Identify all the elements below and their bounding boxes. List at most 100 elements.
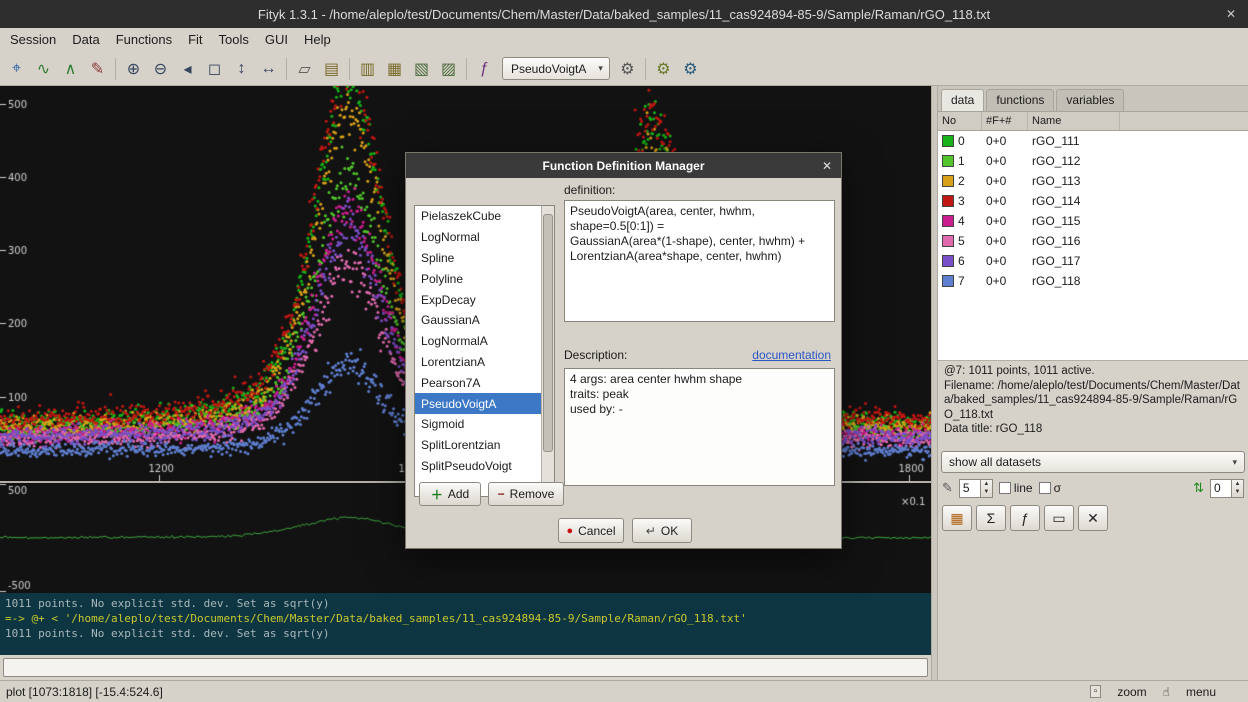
dataset-name-cell: rGO_117 — [1028, 254, 1120, 268]
point-size-stepper[interactable]: 5 ▲▼ — [959, 479, 993, 498]
sigma-checkbox-group[interactable]: σ — [1039, 481, 1061, 495]
open-session-icon[interactable]: ▤ — [318, 55, 345, 82]
definition-textarea[interactable]: PseudoVoigtA(area, center, hwhm, shape=0… — [564, 200, 835, 322]
spin-up-icon[interactable]: ▲ — [1232, 480, 1243, 489]
definition-manager-icon[interactable]: ⚙ — [614, 55, 641, 82]
menu-help[interactable]: Help — [296, 28, 339, 52]
table-row[interactable]: 00+0rGO_111 — [938, 131, 1248, 151]
toolbar-separator — [115, 58, 116, 80]
toggle-sum-button[interactable]: Σ — [976, 505, 1006, 531]
menu-functions[interactable]: Functions — [108, 28, 180, 52]
function-list-item[interactable]: SplitPseudoVoigt — [415, 456, 541, 477]
baseline-mode-icon[interactable]: ∧ — [57, 55, 84, 82]
zoom-previous-icon[interactable]: ◂ — [174, 55, 201, 82]
add-function-icon[interactable]: ƒ — [471, 55, 498, 82]
delete-dataset-button[interactable]: ✕ — [1078, 505, 1108, 531]
dataset-number: 0 — [958, 134, 965, 148]
table-row[interactable]: 10+0rGO_112 — [938, 151, 1248, 171]
function-type-combo[interactable]: PseudoVoigtA▾ — [502, 57, 610, 80]
function-list-item[interactable]: GaussianA — [415, 310, 541, 331]
fit-settings-icon[interactable]: ⚙ — [650, 55, 677, 82]
function-list-item[interactable]: LogNormalA — [415, 331, 541, 352]
table-row[interactable]: 30+0rGO_114 — [938, 191, 1248, 211]
tab-data[interactable]: data — [941, 89, 984, 111]
zoom-horizontal-icon[interactable]: ↔ — [255, 55, 282, 82]
shift-value[interactable]: 0 — [1210, 479, 1232, 498]
window-close-icon[interactable]: ✕ — [1226, 7, 1236, 21]
export-icon[interactable]: ▨ — [435, 55, 462, 82]
table-row[interactable]: 20+0rGO_113 — [938, 171, 1248, 191]
function-list-item[interactable]: PseudoVoigtA — [415, 393, 541, 414]
function-list-item[interactable]: Sigmoid — [415, 414, 541, 435]
toggle-functions-button[interactable]: ƒ — [1010, 505, 1040, 531]
fityk-window: Fityk 1.3.1 - /home/aleplo/test/Document… — [0, 0, 1248, 702]
data-range-mode-icon[interactable]: ∿ — [30, 55, 57, 82]
cancel-button[interactable]: ● Cancel — [558, 518, 624, 543]
peak-draw-mode-icon[interactable]: ✎ — [84, 55, 111, 82]
dataset-number-cell: 1 — [938, 154, 982, 168]
line-checkbox[interactable] — [999, 482, 1011, 494]
menu-session[interactable]: Session — [2, 28, 64, 52]
reload-data-icon[interactable]: ▦ — [381, 55, 408, 82]
dataset-number-cell: 6 — [938, 254, 982, 268]
spin-down-icon[interactable]: ▼ — [981, 488, 992, 497]
function-list-item[interactable]: SplitLorentzian — [415, 435, 541, 456]
menu-data[interactable]: Data — [64, 28, 107, 52]
menu-fit[interactable]: Fit — [180, 28, 210, 52]
dataset-table-header: No#F+#Name — [938, 112, 1248, 131]
menu-tools[interactable]: Tools — [211, 28, 257, 52]
remove-button[interactable]: − Remove — [488, 482, 564, 506]
zoom-select-mode-icon[interactable]: ⌖ — [3, 55, 30, 82]
zoom-in-icon[interactable]: ⊕ — [120, 55, 147, 82]
run-fit-icon[interactable]: ⚙ — [677, 55, 704, 82]
table-row[interactable]: 60+0rGO_117 — [938, 251, 1248, 271]
toggle-labels-button[interactable]: ▭ — [1044, 505, 1074, 531]
toggle-datasets-grid-button[interactable]: ▦ — [942, 505, 972, 531]
zoom-out-icon[interactable]: ⊖ — [147, 55, 174, 82]
point-size-value[interactable]: 5 — [959, 479, 981, 498]
command-input[interactable] — [3, 658, 928, 677]
status-menu-label[interactable]: menu — [1186, 685, 1216, 699]
function-list-item[interactable]: Pearson7A — [415, 372, 541, 393]
titlebar[interactable]: Fityk 1.3.1 - /home/aleplo/test/Document… — [0, 0, 1248, 28]
status-zoom-label[interactable]: zoom — [1117, 685, 1146, 699]
dataset-color-swatch — [942, 235, 954, 247]
description-label: Description: — [564, 348, 627, 362]
new-session-icon[interactable]: ▱ — [291, 55, 318, 82]
dataset-select[interactable]: show all datasets ▾ — [941, 451, 1245, 473]
shift-stepper[interactable]: 0 ▲▼ — [1210, 479, 1244, 498]
save-image-icon[interactable]: ▧ — [408, 55, 435, 82]
zoom-all-icon[interactable]: ◻ — [201, 55, 228, 82]
ok-button[interactable]: ↵ OK — [632, 518, 692, 543]
function-list-item[interactable]: Spline — [415, 248, 541, 269]
tab-functions[interactable]: functions — [986, 89, 1054, 111]
table-row[interactable]: 70+0rGO_118 — [938, 271, 1248, 291]
open-data-icon[interactable]: ▥ — [354, 55, 381, 82]
add-button-label: Add — [448, 487, 469, 501]
sigma-checkbox[interactable] — [1039, 482, 1051, 494]
spin-down-icon[interactable]: ▼ — [1232, 488, 1243, 497]
tab-variables[interactable]: variables — [1056, 89, 1124, 111]
scrollbar-thumb[interactable] — [543, 214, 553, 452]
dialog-close-icon[interactable]: ✕ — [822, 159, 832, 173]
function-list-item[interactable]: LogNormal — [415, 227, 541, 248]
menu-gui[interactable]: GUI — [257, 28, 296, 52]
table-row[interactable]: 40+0rGO_115 — [938, 211, 1248, 231]
function-list-item[interactable]: ExpDecay — [415, 289, 541, 310]
zoom-vertical-icon[interactable]: ↕ — [228, 55, 255, 82]
splitter[interactable] — [931, 86, 938, 680]
function-list-scrollbar[interactable] — [541, 206, 554, 496]
function-list-item[interactable]: PielaszekCube — [415, 206, 541, 227]
function-list-item[interactable]: LorentzianA — [415, 352, 541, 373]
spin-up-icon[interactable]: ▲ — [981, 480, 992, 489]
function-list-item[interactable]: Polyline — [415, 268, 541, 289]
status-grip-icon[interactable]: ▫ — [1090, 685, 1102, 698]
dialog-titlebar[interactable]: Function Definition Manager ✕ — [406, 153, 841, 178]
shift-datasets-icon[interactable]: ⇅ — [1193, 480, 1204, 496]
shift-arrows[interactable]: ▲▼ — [1232, 479, 1244, 498]
line-checkbox-group[interactable]: line — [999, 481, 1033, 495]
add-button[interactable]: ＋ Add — [419, 482, 481, 506]
point-size-arrows[interactable]: ▲▼ — [981, 479, 993, 498]
table-row[interactable]: 50+0rGO_116 — [938, 231, 1248, 251]
documentation-link[interactable]: documentation — [752, 348, 831, 362]
